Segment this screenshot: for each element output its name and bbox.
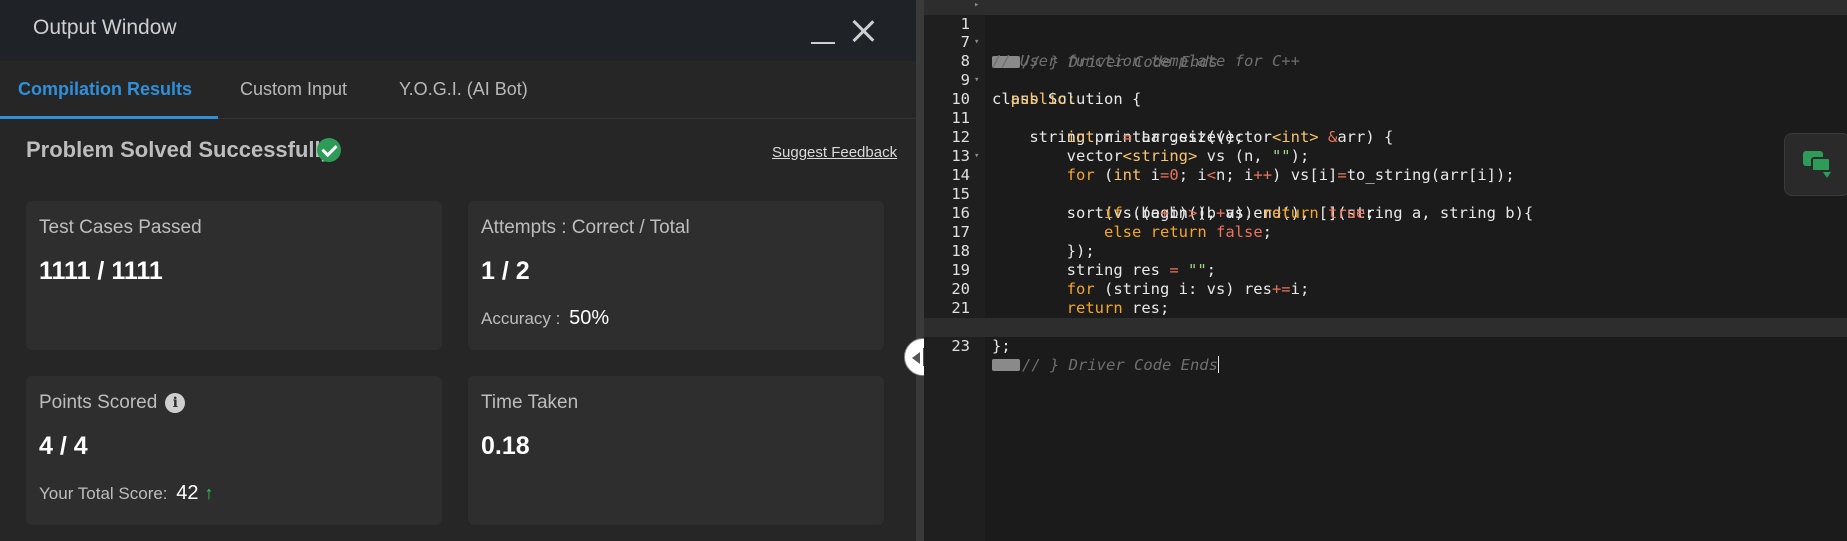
code-line[interactable]: 22 }; (924, 299, 1847, 355)
minimize-icon[interactable] (811, 20, 835, 44)
points-label: Points Scored (39, 392, 158, 413)
output-window-titlebar: Output Window (0, 0, 916, 61)
code-line[interactable]: 19 for (string i: vs) res+=i; (924, 242, 1847, 298)
code-line[interactable]: 9 public: (924, 52, 1847, 108)
time-value: 0.18 (481, 432, 530, 460)
close-icon[interactable] (850, 18, 876, 44)
code-line[interactable]: 13 for (int i=0; i<n; i++) vs[i]=to_stri… (924, 128, 1847, 184)
active-tab-indicator (0, 116, 218, 119)
points-label-row: Points Scored i (39, 392, 186, 414)
tab-custom-input[interactable]: Custom Input (240, 79, 347, 100)
total-score-row: Your Total Score: 42 ↑ (39, 482, 214, 505)
accuracy-row: Accuracy : 50% (481, 307, 609, 330)
code-line[interactable]: 16 else return false; (924, 185, 1847, 241)
chat-bubble-icon (1811, 157, 1831, 178)
time-card: Time Taken 0.18 (468, 376, 884, 525)
arrow-left-icon (912, 352, 920, 364)
output-window: Output Window Compilation Results Custom… (0, 0, 916, 541)
check-circle-icon (317, 138, 341, 162)
output-tabs: Compilation Results Custom Input Y.O.G.I… (0, 61, 916, 119)
output-window-title: Output Window (33, 16, 177, 39)
code-line[interactable]: 17 }); (924, 204, 1847, 260)
code-line[interactable]: 11 int n = arr.size(); (924, 90, 1847, 146)
test-cases-card: Test Cases Passed 1111 / 1111 (26, 201, 442, 350)
code-line[interactable]: 8 ▾ class Solution { (924, 33, 1847, 108)
attempts-label: Attempts : Correct / Total (481, 217, 690, 238)
suggest-feedback-link[interactable]: Suggest Feedback (772, 144, 897, 161)
tab-compilation-results[interactable]: Compilation Results (18, 79, 192, 100)
points-card: Points Scored i 4 / 4 Your Total Score: 4… (26, 376, 442, 525)
code-line[interactable]: 1 ▸ // } Driver Code Ends (924, 0, 1847, 71)
code-line[interactable]: 18 string res = ""; (924, 223, 1847, 279)
text-cursor (1217, 356, 1220, 373)
attempts-value: 1 / 2 (481, 257, 530, 285)
folded-code-icon[interactable] (992, 359, 1020, 371)
code-line[interactable]: 21 } (924, 280, 1847, 336)
code-line[interactable]: 23 // } Driver Code Ends (924, 318, 1847, 374)
fold-toggle-icon[interactable]: ▾ (974, 71, 979, 90)
code-editor[interactable]: 1 ▸ // } Driver Code Ends 7 // User func… (924, 0, 1847, 541)
accuracy-label: Accuracy : (481, 309, 561, 328)
code-line[interactable]: 10 ▾ string printLargest(vector<int> &ar… (924, 71, 1847, 146)
info-icon[interactable]: i (165, 393, 186, 413)
line-number: 23 (951, 337, 970, 355)
time-label: Time Taken (481, 392, 579, 413)
total-score-value: 42 (176, 482, 199, 504)
code-line[interactable]: 20 return res; (924, 261, 1847, 317)
code-line[interactable]: 12 vector<string> vs (n, ""); (924, 109, 1847, 165)
code-text: }; (992, 337, 1011, 355)
fold-toggle-icon[interactable]: ▸ (974, 0, 979, 15)
fold-toggle-icon[interactable]: ▾ (974, 147, 979, 166)
attempts-card: Attempts : Correct / Total 1 / 2 Accurac… (468, 201, 884, 350)
code-line[interactable]: 14 ▾ sort(vs.begin(), vs.end(), [](strin… (924, 147, 1847, 222)
code-line[interactable]: 7 // User function template for C++ (924, 14, 1847, 70)
code-comment: // } Driver Code Ends (1022, 356, 1218, 374)
test-cases-value: 1111 / 1111 (39, 257, 163, 285)
status-message: Problem Solved Successfully (26, 137, 333, 162)
test-cases-label: Test Cases Passed (39, 217, 202, 238)
fold-toggle-icon[interactable]: ▾ (974, 33, 979, 52)
points-value: 4 / 4 (39, 432, 88, 460)
panel-divider[interactable] (916, 0, 924, 541)
code-line[interactable]: 15 if ((a+b)>(b+a)) return true; (924, 166, 1847, 222)
accuracy-value: 50% (569, 307, 610, 329)
arrow-up-icon: ↑ (204, 483, 214, 503)
total-score-label: Your Total Score: (39, 484, 168, 503)
chat-button[interactable] (1784, 133, 1847, 196)
tab-yogi-ai-bot[interactable]: Y.O.G.I. (AI Bot) (399, 79, 528, 100)
